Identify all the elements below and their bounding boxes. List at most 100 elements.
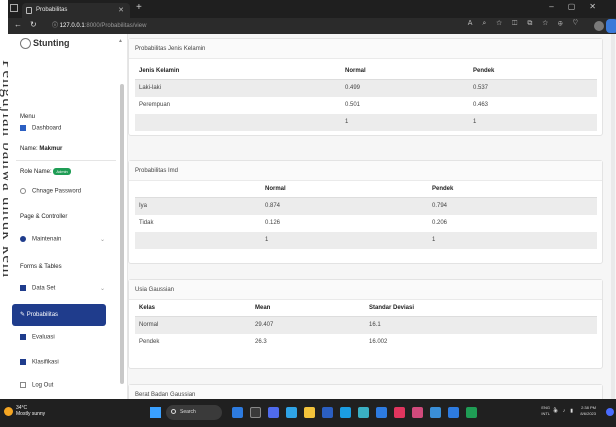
table-cell: Laki-laki — [139, 85, 162, 91]
app-icon[interactable] — [358, 407, 369, 418]
edge-copilot-icon[interactable] — [606, 19, 616, 33]
user-role: Role Name: Admin — [20, 168, 71, 175]
notification-icon[interactable] — [606, 408, 614, 416]
table-row: Laki-laki 0.499 0.537 — [135, 80, 597, 97]
vscode-icon[interactable] — [448, 407, 459, 418]
teams-icon[interactable] — [268, 407, 279, 418]
edge-icon[interactable] — [286, 407, 297, 418]
folder-icon[interactable] — [304, 407, 315, 418]
task-view-icon[interactable] — [250, 407, 261, 418]
app-logo[interactable]: Stunting — [20, 38, 70, 50]
pencil-icon: ✎ — [20, 312, 27, 318]
card-imd: Probabilitas Imd Normal Pendek Iya 0.874… — [128, 160, 603, 264]
table-cell: 0.463 — [473, 102, 489, 108]
word-icon[interactable] — [340, 407, 351, 418]
app-icon[interactable] — [430, 407, 441, 418]
search-label: Search — [180, 409, 196, 415]
header-cell: Pendek — [432, 186, 454, 192]
app-icon[interactable] — [394, 407, 405, 418]
table-jenis-kelamin: Jenis Kelamin Normal Pendek Laki-laki 0.… — [135, 63, 597, 131]
name-label: Name: — [20, 146, 38, 152]
header-cell: Mean — [255, 305, 271, 311]
back-icon[interactable]: ← — [14, 20, 22, 29]
table-cell: Pendek — [139, 339, 160, 345]
scroll-up-icon[interactable]: ▲ — [118, 38, 123, 44]
table-cell: 1 — [432, 237, 436, 243]
taskbar-search[interactable]: Search — [166, 405, 222, 420]
close-icon[interactable]: ✕ — [118, 3, 124, 18]
background-document-strip: Pengujian bahwa untuk kem — [0, 0, 8, 427]
sidebar-item-maintenance[interactable]: Maintenain ⌄ — [20, 236, 105, 243]
clock[interactable]: 2:38 PM 8/6/2023 — [580, 405, 596, 417]
taskbar-app-icon[interactable] — [232, 407, 243, 418]
new-tab-icon[interactable]: + — [136, 2, 142, 13]
store-icon[interactable] — [322, 407, 333, 418]
name-value: Makmur — [39, 146, 63, 152]
document-icon — [20, 359, 26, 365]
browser-titlebar: Probabilitas ✕ + –▢✕ — [8, 0, 616, 18]
weather-widget[interactable]: 34°C Mostly sunny — [16, 405, 45, 417]
app-icon[interactable] — [466, 407, 477, 418]
language-indicator[interactable]: ENG INTL — [541, 405, 550, 417]
card-title: Probabilitas Jenis Kelamin — [129, 39, 602, 59]
toolbar-icons[interactable]: A⌕☆◫⧉☆⊕♡ — [468, 20, 588, 28]
table-cell: Tidak — [139, 220, 154, 226]
page-icon — [26, 7, 32, 14]
url-path: :8000/Probabilitas/view — [84, 23, 147, 29]
profile-avatar[interactable] — [594, 21, 604, 31]
refresh-icon[interactable]: ↻ — [30, 20, 37, 29]
window-controls[interactable]: –▢✕ — [549, 2, 610, 11]
role-badge: Admin — [53, 168, 71, 175]
app-icon[interactable] — [412, 407, 423, 418]
table-cell: 16.1 — [369, 322, 381, 328]
header-cell: Kelas — [139, 305, 156, 311]
main-content: Probabilitas Jenis Kelamin Jenis Kelamin… — [128, 34, 616, 399]
table-cell: 16.002 — [369, 339, 388, 345]
sun-icon[interactable] — [4, 407, 13, 416]
browser-tab[interactable]: Probabilitas ✕ — [22, 3, 130, 18]
table-cell: 0.126 — [265, 220, 281, 226]
app-icon[interactable] — [376, 407, 387, 418]
dashboard-icon — [20, 125, 26, 131]
table-cell: 1 — [345, 119, 349, 125]
sidebar-item-dashboard[interactable]: Dashboard — [20, 125, 61, 132]
windows-start-icon[interactable] — [150, 407, 161, 418]
info-icon: ⓘ — [52, 23, 60, 29]
sidebar-item-probabilitas[interactable]: ✎ Probabilitas — [12, 304, 106, 326]
sidebar-item-evaluasi[interactable]: Evaluasi — [20, 334, 55, 341]
table-header: Normal Pendek — [135, 181, 597, 198]
table-header: Jenis Kelamin Normal Pendek — [135, 63, 597, 80]
sidebar-item-logout[interactable]: Log Out — [20, 382, 53, 389]
table-row: 1 1 — [135, 114, 597, 131]
tray-icons[interactable]: ◉♪▮ — [553, 408, 578, 414]
sidebar-item-label: Klasifikasi — [32, 359, 59, 366]
table-header: Kelas Mean Standar Deviasi — [135, 300, 597, 317]
sidebar-item-klasifikasi[interactable]: Klasifikasi — [20, 359, 59, 366]
sidebar-scrollbar[interactable] — [120, 84, 124, 384]
taskbar: 34°C Mostly sunny Search ^ ENG INTL ◉♪▮ … — [0, 399, 616, 427]
gear-icon — [20, 236, 26, 242]
header-cell: Normal — [345, 68, 366, 74]
address-bar[interactable]: ⓘ 127.0.0.1:8000/Probabilitas/view — [52, 20, 472, 32]
sidebar-item-change-password[interactable]: Chnage Password — [20, 188, 81, 195]
sidebar-item-data-set[interactable]: Data Set ⌄ — [20, 285, 105, 292]
clock-date: 8/6/2023 — [580, 411, 596, 416]
lang-secondary: INTL — [541, 411, 550, 416]
table-cell: 0.206 — [432, 220, 448, 226]
table-cell: 1 — [473, 119, 477, 125]
weather-desc: Mostly sunny — [16, 411, 46, 417]
header-cell: Jenis Kelamin — [139, 68, 180, 74]
sidebar-item-label: Maintenain — [32, 236, 62, 243]
chevron-down-icon: ⌄ — [100, 237, 106, 243]
table-cell: 1 — [265, 237, 269, 243]
sidebar: Stunting ▲ Menu Dashboard Name: Makmur R… — [8, 34, 128, 399]
menu-label: Menu — [20, 114, 36, 120]
page-scrollbar[interactable] — [611, 34, 615, 399]
card-jenis-kelamin: Probabilitas Jenis Kelamin Jenis Kelamin… — [128, 38, 603, 136]
table-cell: 0.794 — [432, 203, 448, 209]
background-document-text: Pengujian bahwa untuk kem — [0, 60, 8, 279]
logo-icon — [20, 38, 31, 50]
table-cell: Iya — [139, 203, 148, 209]
chevron-down-icon: ⌄ — [100, 286, 106, 292]
table-cell: 0.501 — [345, 102, 361, 108]
